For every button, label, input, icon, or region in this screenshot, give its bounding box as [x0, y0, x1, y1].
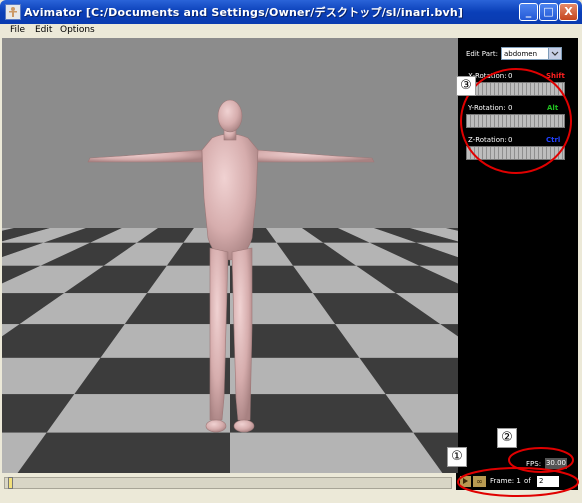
z-rotation-value: 0 [508, 136, 513, 144]
total-frames-field[interactable]: 2 [537, 476, 559, 487]
z-rotation-label: Z-Rotation: [468, 136, 507, 144]
checkered-floor [2, 228, 458, 473]
floor-tile [17, 432, 230, 473]
play-icon[interactable] [460, 476, 471, 487]
playback-bar: ∞ Frame: 1 of 2 [0, 473, 582, 503]
z-rotation-key: Ctrl [546, 136, 561, 144]
y-rotation-value: 0 [508, 104, 513, 112]
maximize-button[interactable]: □ [539, 3, 558, 21]
floor-tile [74, 357, 230, 395]
frame-of-label: of [524, 477, 531, 485]
y-rotation-key: Alt [547, 104, 559, 112]
frame-controls: ∞ Frame: 1 of 2 [456, 473, 578, 490]
menu-bar: File Edit Options [0, 24, 582, 38]
fps-field[interactable]: 30.00 [545, 458, 567, 469]
close-button[interactable]: X [559, 3, 578, 21]
z-rotation-slider[interactable] [466, 146, 565, 160]
floor-tile [230, 432, 443, 473]
x-rotation-key: Shift [546, 72, 565, 80]
menu-options[interactable]: Options [60, 25, 95, 35]
callout-1: ① [447, 447, 467, 467]
floor-tile [230, 357, 386, 395]
callout-2: ② [497, 428, 517, 448]
loop-icon[interactable]: ∞ [473, 476, 486, 487]
window-title: Avimator [C:/Documents and Settings/Owne… [24, 6, 464, 19]
x-rotation-value: 0 [508, 72, 513, 80]
minimize-button[interactable]: _ [519, 3, 538, 21]
chevron-down-icon[interactable] [548, 48, 561, 59]
x-rotation-slider[interactable] [466, 82, 565, 96]
floor-tile [46, 394, 231, 433]
edit-part-dropdown[interactable]: abdomen [501, 47, 562, 60]
menu-file[interactable]: File [10, 25, 25, 35]
control-panel: Edit Part: abdomen X-Rotation: 0 Shift Y… [458, 38, 578, 473]
scene-canvas [2, 38, 458, 473]
edit-part-label: Edit Part: [466, 50, 498, 58]
fps-label: FPS: [526, 460, 542, 468]
callout-3: ③ [456, 76, 476, 96]
edit-part-value: abdomen [504, 50, 538, 58]
y-rotation-label: Y-Rotation: [468, 104, 506, 112]
timeline-handle[interactable] [8, 477, 13, 489]
floor-tile [230, 394, 414, 433]
timeline-slider[interactable] [4, 477, 452, 489]
menu-edit[interactable]: Edit [35, 25, 52, 35]
3d-viewport[interactable] [2, 38, 458, 473]
frame-label: Frame: 1 [490, 477, 521, 485]
title-bar: Avimator [C:/Documents and Settings/Owne… [0, 0, 582, 24]
y-rotation-slider[interactable] [466, 114, 565, 128]
app-icon[interactable] [5, 4, 21, 20]
